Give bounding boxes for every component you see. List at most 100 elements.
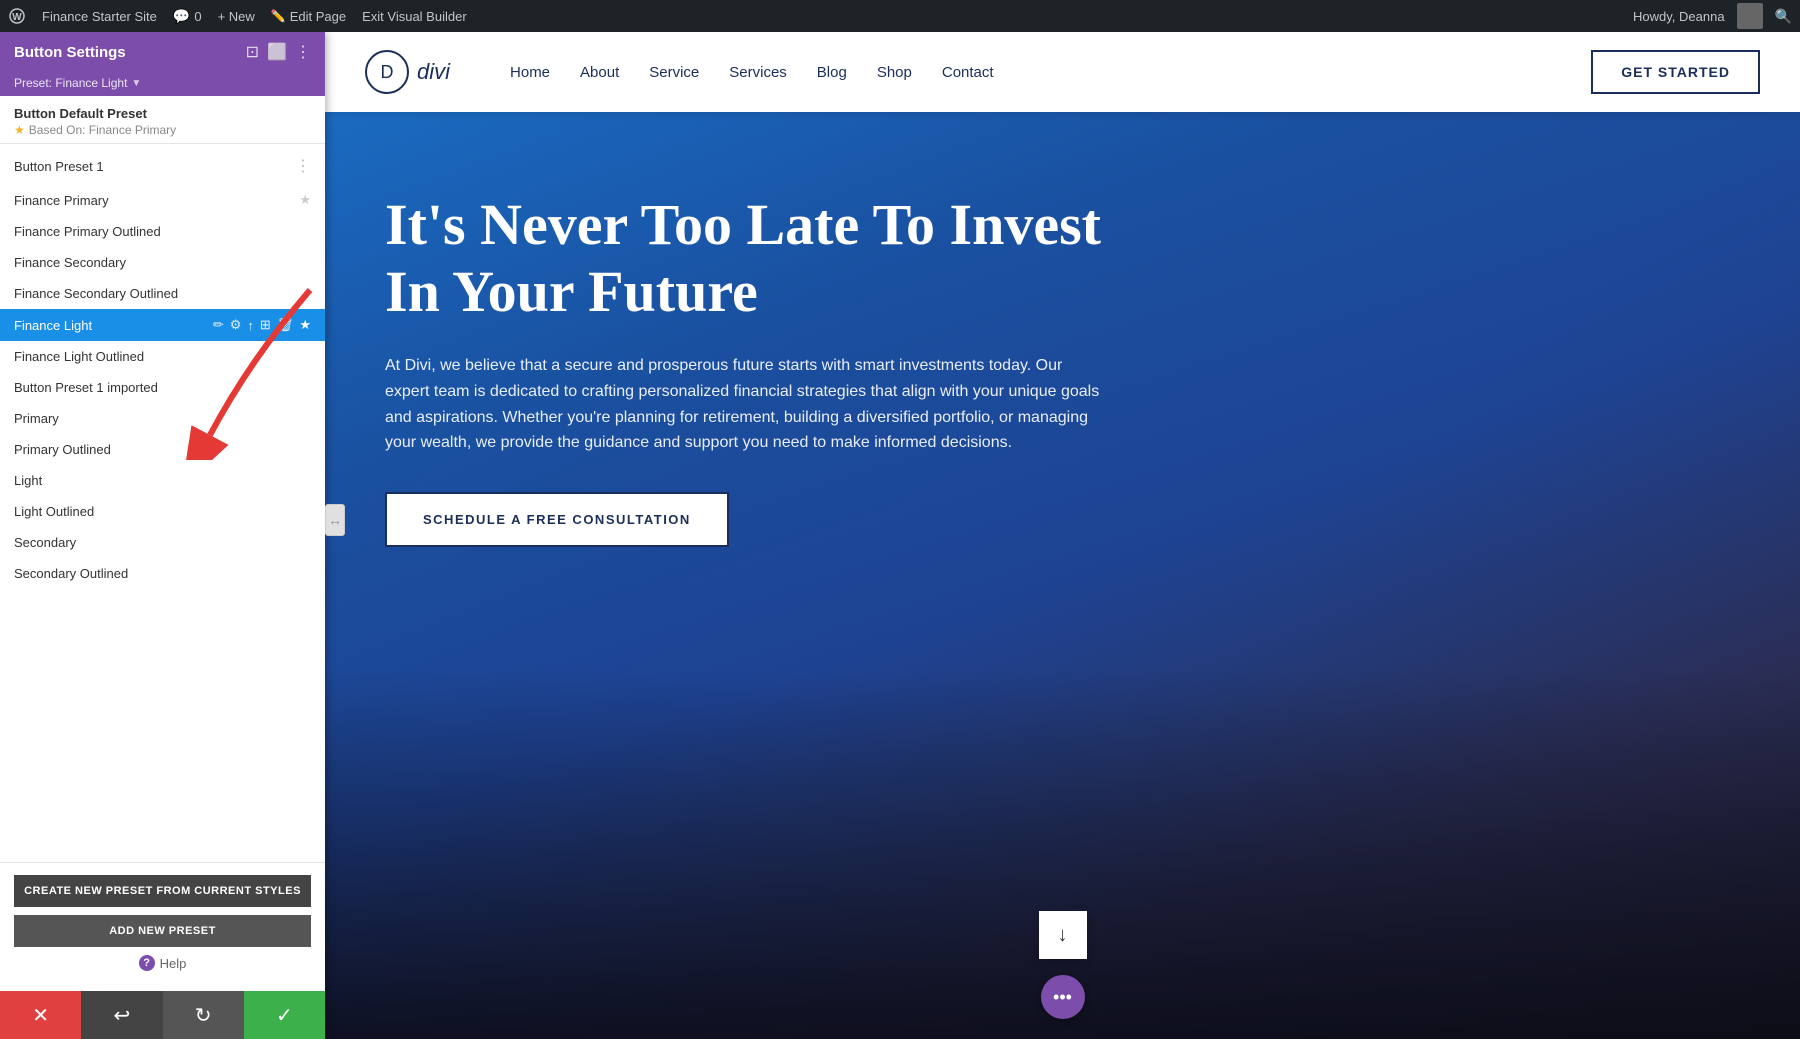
panel-title: Button Settings — [14, 44, 126, 61]
presets-list: Button Preset 1 ⋮ Finance Primary ★ Fina… — [0, 144, 325, 862]
nav-service[interactable]: Service — [649, 64, 699, 81]
new-link[interactable]: + New — [218, 9, 255, 24]
nav-shop[interactable]: Shop — [877, 64, 912, 81]
more-dots-icon[interactable]: ⋮ — [295, 156, 311, 176]
help-icon: ? — [139, 955, 155, 971]
preset-item-name: Button Preset 1 imported — [14, 380, 311, 395]
nav-links: Home About Service Services Blog Shop Co… — [510, 64, 1591, 81]
preview-area: D divi Home About Service Services Blog … — [325, 32, 1800, 1039]
exit-builder-link[interactable]: Exit Visual Builder — [362, 9, 467, 24]
close-button[interactable]: ✕ — [0, 991, 81, 1039]
preset-item-name: Finance Primary Outlined — [14, 224, 311, 239]
admin-bar-right: Howdy, Deanna 🔍 — [1633, 3, 1792, 29]
list-item[interactable]: Primary Outlined — [0, 434, 325, 465]
user-avatar — [1737, 3, 1763, 29]
undo-button[interactable]: ↩ — [81, 991, 162, 1039]
arrow-down-icon: ↓ — [1058, 924, 1068, 947]
preset-item-name: Light — [14, 473, 311, 488]
nav-contact[interactable]: Contact — [942, 64, 994, 81]
search-icon[interactable]: 🔍 — [1775, 8, 1792, 25]
nav-services[interactable]: Services — [729, 64, 787, 81]
wordpress-icon[interactable]: W — [8, 7, 26, 25]
list-item[interactable]: Button Preset 1 ⋮ — [0, 148, 325, 184]
logo-text: divi — [417, 59, 450, 85]
list-item[interactable]: Finance Primary ★ — [0, 184, 325, 216]
preset-item-name: Secondary — [14, 535, 311, 550]
site-nav: D divi Home About Service Services Blog … — [325, 32, 1800, 112]
panel-header: Button Settings ⊡ ⬜ ⋮ — [0, 32, 325, 72]
site-logo: D divi — [365, 50, 450, 94]
scroll-down-button[interactable]: ↓ — [1039, 911, 1087, 959]
admin-bar: W Finance Starter Site 💬 0 + New ✏️ Edit… — [0, 0, 1800, 32]
panel-bottom: CREATE NEW PRESET FROM CURRENT STYLES AD… — [0, 862, 325, 991]
hero-cta-button[interactable]: SCHEDULE A FREE CONSULTATION — [385, 492, 729, 547]
preset-item-name: Finance Secondary Outlined — [14, 286, 311, 301]
preset-item-name: Button Preset 1 — [14, 159, 295, 174]
hero-body: At Divi, we believe that a secure and pr… — [385, 353, 1105, 455]
bottom-toolbar: ✕ ↩ ↻ ✓ — [0, 991, 325, 1039]
comment-link[interactable]: 💬 0 — [173, 8, 202, 25]
default-preset-title: Button Default Preset — [14, 106, 311, 121]
hero-section: It's Never Too Late To Invest In Your Fu… — [325, 112, 1800, 1039]
delete-icon[interactable]: 🗑 — [277, 317, 294, 333]
main-layout: Button Settings ⊡ ⬜ ⋮ Preset: Finance Li… — [0, 32, 1800, 1039]
edit-page-link[interactable]: ✏️ Edit Page — [271, 9, 346, 24]
duplicate-icon[interactable]: ⊞ — [260, 317, 271, 333]
list-item[interactable]: Light — [0, 465, 325, 496]
preset-item-actions: ✏ ⚙ ↑ ⊞ 🗑 ★ — [213, 317, 311, 333]
svg-text:W: W — [12, 12, 22, 23]
preset-item-name: Primary — [14, 411, 311, 426]
star-icon[interactable]: ★ — [299, 317, 311, 333]
chevron-down-icon: ▼ — [131, 78, 141, 89]
hero-title: It's Never Too Late To Invest In Your Fu… — [385, 192, 1145, 325]
preset-item-name: Light Outlined — [14, 504, 311, 519]
star-icon: ★ — [14, 123, 25, 137]
list-item[interactable]: Finance Secondary Outlined — [0, 278, 325, 309]
preset-item-name: Secondary Outlined — [14, 566, 311, 581]
edit-icon[interactable]: ✏ — [213, 317, 224, 333]
purple-dots-button[interactable]: ••• — [1041, 975, 1085, 1019]
nav-cta-button[interactable]: GET STARTED — [1591, 50, 1760, 94]
expand-icon[interactable]: ⬜ — [267, 42, 287, 62]
default-preset-subtitle: ★ Based On: Finance Primary — [14, 123, 311, 137]
site-name[interactable]: Finance Starter Site — [42, 9, 157, 24]
create-preset-button[interactable]: CREATE NEW PRESET FROM CURRENT STYLES — [14, 875, 311, 907]
active-preset-item[interactable]: Finance Light ✏ ⚙ ↑ ⊞ 🗑 ★ — [0, 309, 325, 341]
default-preset-section: Button Default Preset ★ Based On: Financ… — [0, 96, 325, 144]
upload-icon[interactable]: ↑ — [247, 318, 254, 333]
preset-label[interactable]: Preset: Finance Light ▼ — [0, 72, 325, 96]
list-item[interactable]: Finance Secondary — [0, 247, 325, 278]
more-icon[interactable]: ⋮ — [295, 42, 311, 62]
redo-button[interactable]: ↻ — [163, 991, 244, 1039]
howdy-label: Howdy, Deanna — [1633, 9, 1725, 24]
nav-home[interactable]: Home — [510, 64, 550, 81]
list-item[interactable]: Finance Light Outlined — [0, 341, 325, 372]
list-item[interactable]: Secondary — [0, 527, 325, 558]
resize-handle[interactable]: ↔ — [325, 504, 345, 536]
dots-icon: ••• — [1053, 987, 1072, 1008]
star-icon: ★ — [299, 192, 311, 208]
list-item[interactable]: Secondary Outlined — [0, 558, 325, 589]
hero-content: It's Never Too Late To Invest In Your Fu… — [385, 192, 1145, 547]
list-item[interactable]: Primary — [0, 403, 325, 434]
left-panel: Button Settings ⊡ ⬜ ⋮ Preset: Finance Li… — [0, 32, 325, 1039]
nav-about[interactable]: About — [580, 64, 619, 81]
preset-item-name: Finance Light — [14, 318, 213, 333]
list-item[interactable]: Button Preset 1 imported — [0, 372, 325, 403]
preset-item-name: Finance Primary — [14, 193, 299, 208]
preset-item-name: Finance Secondary — [14, 255, 311, 270]
list-item[interactable]: Finance Primary Outlined — [0, 216, 325, 247]
preset-item-name: Primary Outlined — [14, 442, 311, 457]
help-label: Help — [160, 956, 187, 971]
logo-circle: D — [365, 50, 409, 94]
list-item[interactable]: Light Outlined — [0, 496, 325, 527]
panel-header-icons: ⊡ ⬜ ⋮ — [246, 42, 311, 62]
add-preset-button[interactable]: ADD NEW PRESET — [14, 915, 311, 947]
save-button[interactable]: ✓ — [244, 991, 325, 1039]
preset-label-text: Preset: Finance Light — [14, 76, 127, 90]
nav-blog[interactable]: Blog — [817, 64, 847, 81]
responsive-icon[interactable]: ⊡ — [246, 42, 259, 62]
preset-item-name: Finance Light Outlined — [14, 349, 311, 364]
settings-icon[interactable]: ⚙ — [230, 317, 242, 333]
help-link[interactable]: ? Help — [14, 947, 311, 979]
